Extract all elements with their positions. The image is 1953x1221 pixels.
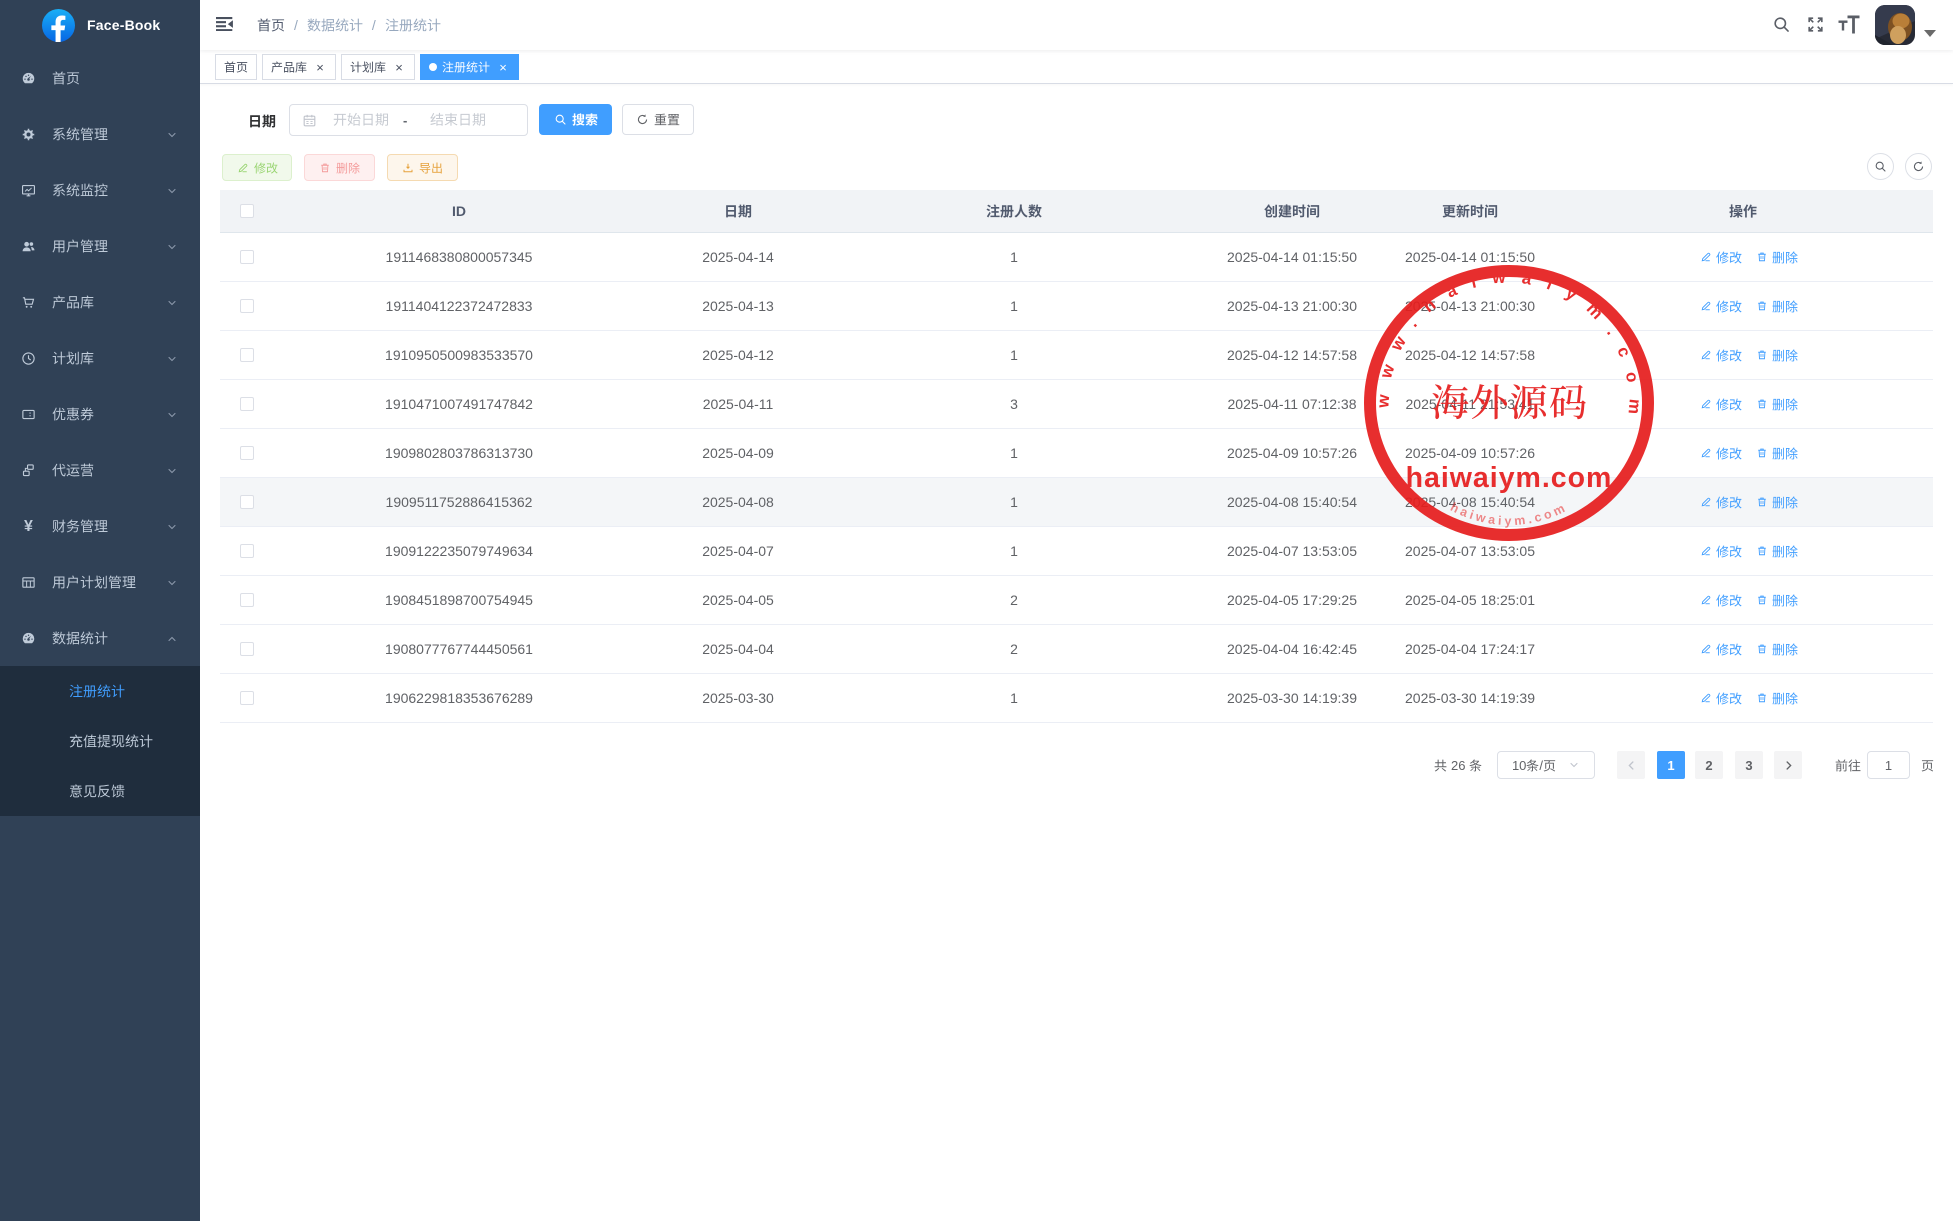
svg-text:haiwaiym.com: haiwaiym.com bbox=[1406, 462, 1613, 494]
svg-text:www.haiwaiym.com: www.haiwaiym.com bbox=[1373, 268, 1645, 431]
